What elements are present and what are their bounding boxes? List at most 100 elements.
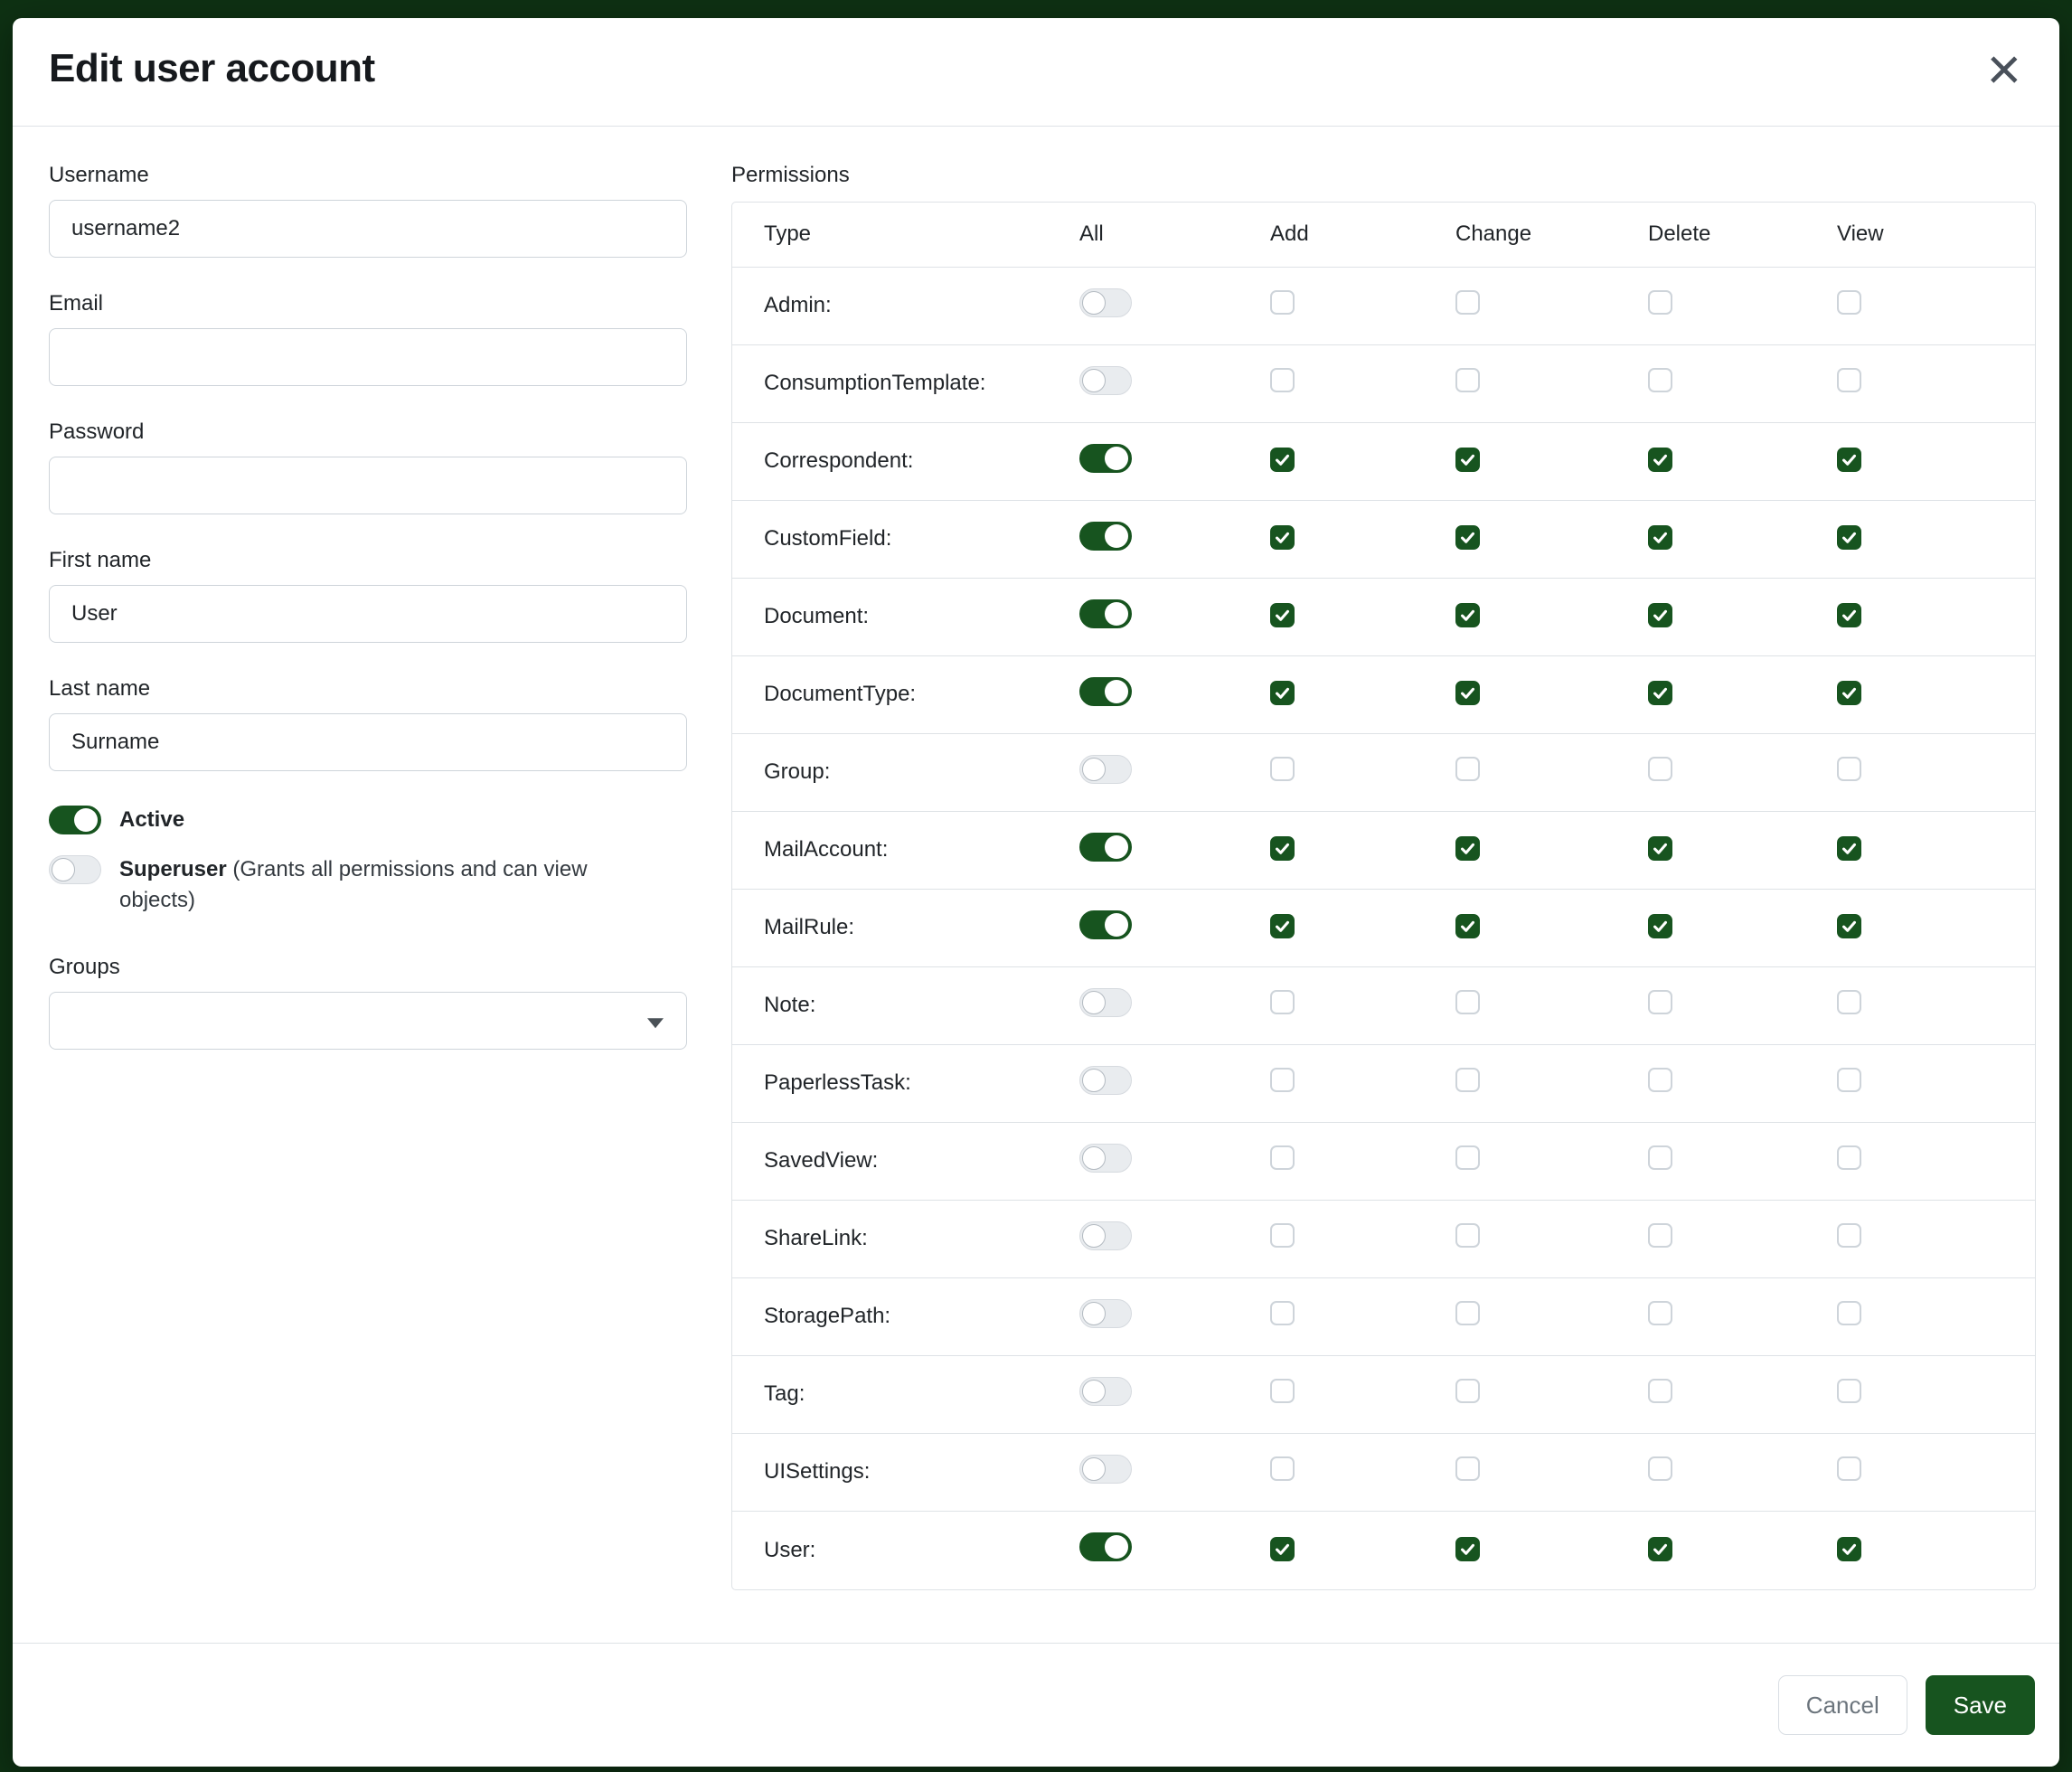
permission-change-checkbox[interactable] — [1455, 603, 1480, 627]
permission-add-checkbox[interactable] — [1270, 1456, 1295, 1481]
permission-view-checkbox[interactable] — [1837, 603, 1861, 627]
permission-change-checkbox[interactable] — [1455, 681, 1480, 705]
permission-all-toggle[interactable] — [1079, 599, 1132, 628]
password-field-group: Password — [49, 419, 687, 514]
permission-change-checkbox[interactable] — [1455, 1145, 1480, 1170]
permission-view-checkbox[interactable] — [1837, 1301, 1861, 1325]
permission-delete-checkbox[interactable] — [1648, 757, 1672, 781]
permission-delete-checkbox[interactable] — [1648, 1537, 1672, 1561]
cancel-button[interactable]: Cancel — [1778, 1675, 1907, 1735]
permission-delete-checkbox[interactable] — [1648, 1456, 1672, 1481]
permission-delete-checkbox[interactable] — [1648, 1379, 1672, 1403]
permission-all-toggle[interactable] — [1079, 1221, 1132, 1250]
permission-all-toggle[interactable] — [1079, 988, 1132, 1017]
permission-delete-checkbox[interactable] — [1648, 914, 1672, 938]
permission-change-checkbox[interactable] — [1455, 368, 1480, 392]
permission-change-checkbox[interactable] — [1455, 1379, 1480, 1403]
save-button[interactable]: Save — [1926, 1675, 2035, 1735]
permission-delete-checkbox[interactable] — [1648, 525, 1672, 550]
permission-view-checkbox[interactable] — [1837, 448, 1861, 472]
permission-delete-checkbox[interactable] — [1648, 836, 1672, 861]
permission-change-checkbox[interactable] — [1455, 757, 1480, 781]
permission-change-checkbox[interactable] — [1455, 290, 1480, 315]
permission-delete-checkbox[interactable] — [1648, 290, 1672, 315]
permission-add-checkbox[interactable] — [1270, 1223, 1295, 1248]
permission-add-checkbox[interactable] — [1270, 1145, 1295, 1170]
permission-change-checkbox[interactable] — [1455, 1456, 1480, 1481]
permission-all-toggle[interactable] — [1079, 755, 1132, 784]
permission-all-toggle[interactable] — [1079, 1455, 1132, 1484]
permission-view-checkbox[interactable] — [1837, 1145, 1861, 1170]
email-input[interactable] — [49, 328, 687, 386]
last-name-input[interactable] — [49, 713, 687, 771]
permission-add-checkbox[interactable] — [1270, 836, 1295, 861]
permission-all-toggle[interactable] — [1079, 366, 1132, 395]
permission-change-checkbox[interactable] — [1455, 525, 1480, 550]
toggle-knob — [1082, 1224, 1106, 1248]
username-input[interactable] — [49, 200, 687, 258]
permission-delete-checkbox[interactable] — [1648, 603, 1672, 627]
permission-change-checkbox[interactable] — [1455, 914, 1480, 938]
permission-delete-checkbox[interactable] — [1648, 990, 1672, 1014]
permission-all-toggle[interactable] — [1079, 1532, 1132, 1561]
permission-all-toggle[interactable] — [1079, 677, 1132, 706]
permission-delete-checkbox[interactable] — [1648, 1223, 1672, 1248]
permission-change-checkbox[interactable] — [1455, 836, 1480, 861]
permission-change-checkbox[interactable] — [1455, 448, 1480, 472]
permission-change-checkbox[interactable] — [1455, 1537, 1480, 1561]
permission-delete-checkbox[interactable] — [1648, 1145, 1672, 1170]
permission-add-checkbox[interactable] — [1270, 1379, 1295, 1403]
permission-view-checkbox[interactable] — [1837, 914, 1861, 938]
permission-view-checkbox[interactable] — [1837, 1456, 1861, 1481]
permission-add-checkbox[interactable] — [1270, 1301, 1295, 1325]
superuser-toggle[interactable] — [49, 855, 101, 884]
permission-view-checkbox[interactable] — [1837, 1537, 1861, 1561]
first-name-input[interactable] — [49, 585, 687, 643]
permission-all-toggle[interactable] — [1079, 288, 1132, 317]
permission-row: PaperlessTask: — [732, 1045, 2035, 1123]
groups-select[interactable] — [49, 992, 687, 1050]
permission-delete-checkbox[interactable] — [1648, 1068, 1672, 1092]
permission-add-checkbox[interactable] — [1270, 525, 1295, 550]
permission-add-checkbox[interactable] — [1270, 1537, 1295, 1561]
permission-add-checkbox[interactable] — [1270, 681, 1295, 705]
permission-all-toggle[interactable] — [1079, 522, 1132, 551]
permission-row: StoragePath: — [732, 1278, 2035, 1356]
permission-add-checkbox[interactable] — [1270, 1068, 1295, 1092]
permission-change-checkbox[interactable] — [1455, 1223, 1480, 1248]
permission-view-checkbox[interactable] — [1837, 525, 1861, 550]
permission-delete-checkbox[interactable] — [1648, 368, 1672, 392]
password-input[interactable] — [49, 457, 687, 514]
permission-all-toggle[interactable] — [1079, 1144, 1132, 1173]
permission-add-checkbox[interactable] — [1270, 757, 1295, 781]
permission-add-checkbox[interactable] — [1270, 914, 1295, 938]
close-icon[interactable]: × — [1986, 45, 2021, 93]
permission-add-checkbox[interactable] — [1270, 368, 1295, 392]
permission-view-checkbox[interactable] — [1837, 290, 1861, 315]
permission-view-checkbox[interactable] — [1837, 757, 1861, 781]
permission-view-checkbox[interactable] — [1837, 836, 1861, 861]
permission-all-toggle[interactable] — [1079, 833, 1132, 862]
permission-view-checkbox[interactable] — [1837, 1068, 1861, 1092]
permission-change-checkbox[interactable] — [1455, 1301, 1480, 1325]
permission-delete-checkbox[interactable] — [1648, 448, 1672, 472]
permission-add-checkbox[interactable] — [1270, 603, 1295, 627]
permission-view-checkbox[interactable] — [1837, 1379, 1861, 1403]
permission-all-toggle[interactable] — [1079, 1066, 1132, 1095]
permission-all-toggle[interactable] — [1079, 910, 1132, 939]
permission-view-checkbox[interactable] — [1837, 681, 1861, 705]
permission-delete-checkbox[interactable] — [1648, 1301, 1672, 1325]
active-toggle[interactable] — [49, 806, 101, 834]
permission-delete-checkbox[interactable] — [1648, 681, 1672, 705]
permission-all-toggle[interactable] — [1079, 444, 1132, 473]
permission-change-checkbox[interactable] — [1455, 1068, 1480, 1092]
permission-add-checkbox[interactable] — [1270, 990, 1295, 1014]
permission-add-checkbox[interactable] — [1270, 290, 1295, 315]
permission-view-checkbox[interactable] — [1837, 990, 1861, 1014]
permission-change-checkbox[interactable] — [1455, 990, 1480, 1014]
permission-view-checkbox[interactable] — [1837, 368, 1861, 392]
permission-all-toggle[interactable] — [1079, 1299, 1132, 1328]
permission-add-checkbox[interactable] — [1270, 448, 1295, 472]
permission-view-checkbox[interactable] — [1837, 1223, 1861, 1248]
permission-all-toggle[interactable] — [1079, 1377, 1132, 1406]
